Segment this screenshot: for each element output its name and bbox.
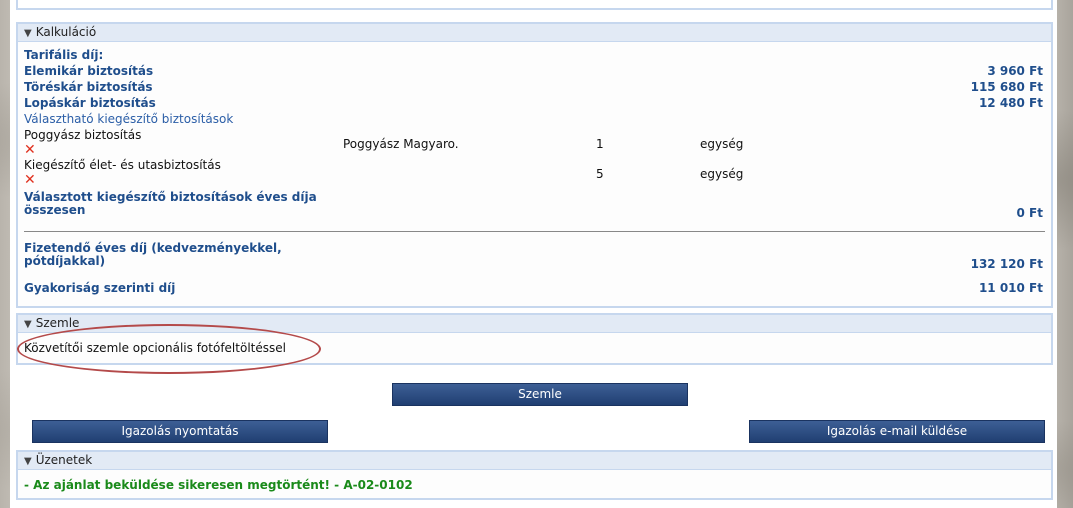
uzenetek-panel: ▼ Üzenetek - Az ajánlat beküldése sikeres… bbox=[16, 450, 1053, 500]
igazolas-nyomtatas-button[interactable]: Igazolás nyomtatás bbox=[32, 420, 328, 443]
valasztott-label: Választott kiegészítő biztosítások éves … bbox=[24, 190, 317, 217]
page-content: ▼ Kalkuláció Tarifális díj: Elemikár bizt… bbox=[10, 0, 1057, 508]
elemikar-label: Elemikár biztosítás bbox=[24, 64, 154, 78]
extra-option: Poggyász Magyaro. bbox=[343, 137, 459, 151]
elemikar-value: 3 960 Ft bbox=[987, 64, 1043, 78]
extra-unit: egység bbox=[700, 167, 744, 181]
fizetendo-label: Fizetendő éves díj (kedvezményekkel, pót… bbox=[24, 241, 282, 268]
szemle-header[interactable]: ▼ Szemle bbox=[18, 315, 1051, 333]
szemle-panel: ▼ Szemle Közvetítői szemle opcionális fot… bbox=[16, 313, 1053, 365]
extra-qty: 1 bbox=[596, 137, 604, 151]
lopaskar-label: Lopáskár biztosítás bbox=[24, 96, 156, 110]
gyakorisag-value: 11 010 Ft bbox=[978, 281, 1043, 295]
kalkulacio-title: Kalkuláció bbox=[35, 25, 97, 39]
szemle-text: Közvetítői szemle opcionális fotófeltölt… bbox=[24, 341, 286, 355]
toreskar-label: Töréskár biztosítás bbox=[24, 80, 153, 94]
delete-x-icon[interactable]: ✕ bbox=[24, 173, 36, 187]
delete-x-icon[interactable]: ✕ bbox=[24, 143, 36, 157]
lopaskar-value: 12 480 Ft bbox=[978, 96, 1043, 110]
collapse-triangle-icon: ▼ bbox=[24, 456, 32, 467]
extra-name: Kiegészítő élet- és utasbiztosítás bbox=[24, 158, 221, 172]
fizetendo-value: 132 120 Ft bbox=[970, 257, 1043, 271]
szemle-button[interactable]: Szemle bbox=[392, 383, 688, 406]
toreskar-value: 115 680 Ft bbox=[970, 80, 1043, 94]
collapse-triangle-icon: ▼ bbox=[24, 28, 32, 39]
igazolas-email-button[interactable]: Igazolás e-mail küldése bbox=[749, 420, 1045, 443]
valaszthato-label: Választható kiegészítő biztosítások bbox=[24, 112, 234, 126]
uzenetek-title: Üzenetek bbox=[35, 453, 93, 467]
uzenetek-header[interactable]: ▼ Üzenetek bbox=[18, 452, 1051, 470]
extra-name: Poggyász biztosítás bbox=[24, 128, 142, 142]
success-message: - Az ajánlat beküldése sikeresen megtört… bbox=[24, 478, 413, 492]
extra-qty: 5 bbox=[596, 167, 604, 181]
valasztott-value: 0 Ft bbox=[1016, 206, 1043, 220]
extra-unit: egység bbox=[700, 137, 744, 151]
kalkulacio-panel: ▼ Kalkuláció Tarifális díj: Elemikár bizt… bbox=[16, 22, 1053, 308]
divider bbox=[24, 231, 1045, 232]
tarifalis-label: Tarifális díj: bbox=[24, 48, 104, 62]
kalkulacio-header[interactable]: ▼ Kalkuláció bbox=[18, 24, 1051, 42]
szemle-title: Szemle bbox=[35, 316, 80, 330]
previous-panel-bottom bbox=[16, 0, 1053, 10]
collapse-triangle-icon: ▼ bbox=[24, 319, 32, 330]
gyakorisag-label: Gyakoriság szerinti díj bbox=[24, 281, 176, 295]
